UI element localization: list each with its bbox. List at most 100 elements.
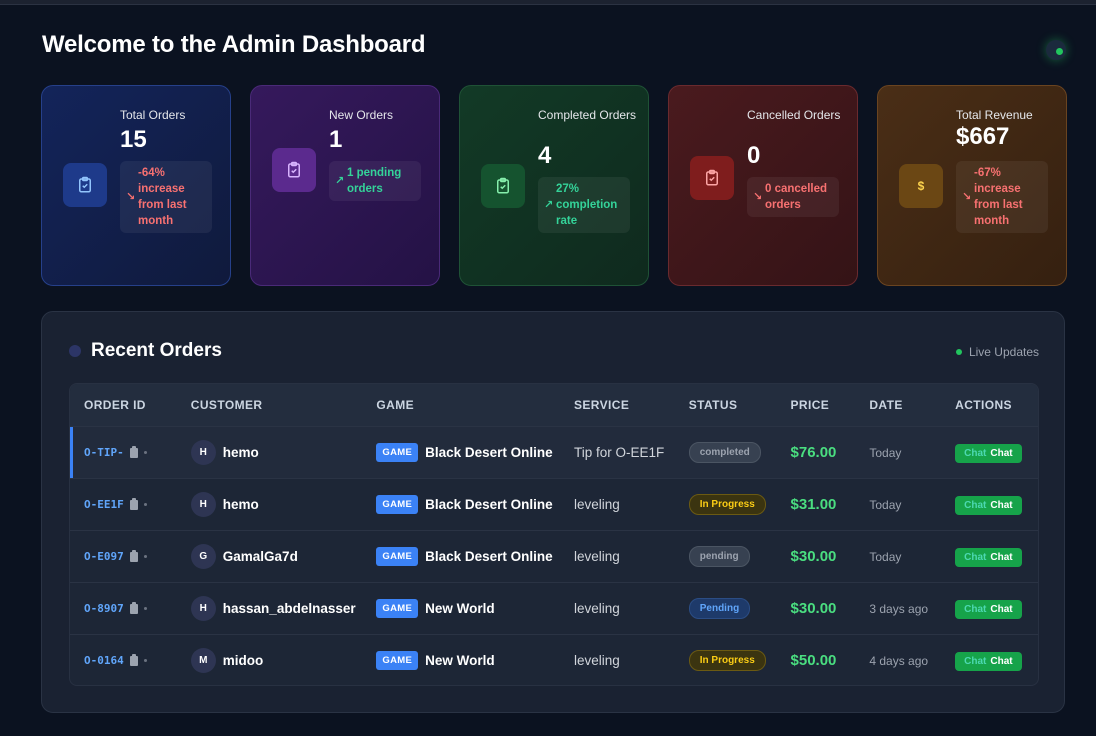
col-customer: CUSTOMER bbox=[190, 398, 263, 412]
status-badge: pending bbox=[688, 546, 750, 567]
game-name: Black Desert Online bbox=[425, 445, 553, 460]
copy-icon[interactable] bbox=[129, 601, 138, 614]
game-badge: GAME bbox=[376, 547, 419, 566]
dot-icon bbox=[143, 451, 147, 454]
dot-icon bbox=[143, 503, 147, 506]
avatar: M bbox=[190, 648, 216, 673]
top-border bbox=[0, 0, 1096, 5]
order-id-link[interactable]: O-EE1F bbox=[84, 498, 124, 511]
dollar-icon: $ bbox=[899, 164, 943, 208]
trend-down-icon: ↘ bbox=[126, 191, 136, 203]
card-completed-orders: Completed Orders 4 ↗ 27% completion rate bbox=[459, 85, 649, 286]
card-label: Total Orders bbox=[120, 108, 186, 122]
table-header: ORDER ID CUSTOMER GAME SERVICE STATUS PR… bbox=[70, 384, 1038, 426]
copy-icon[interactable] bbox=[129, 497, 138, 510]
order-id-link[interactable]: O-E097 bbox=[84, 550, 124, 563]
card-total-revenue: $ Total Revenue $667 ↘ -67% increase from… bbox=[877, 85, 1067, 286]
card-total-orders: Total Orders 15 ↘ -64% increase from last… bbox=[41, 85, 231, 286]
customer-name: midoo bbox=[222, 653, 264, 668]
card-note-text: -67% increase from last month bbox=[974, 167, 1023, 227]
col-status: STATUS bbox=[688, 398, 738, 412]
online-dot-icon bbox=[1056, 48, 1063, 55]
avatar: G bbox=[190, 544, 216, 569]
clipboard-x-icon bbox=[690, 156, 734, 200]
status-badge: In Progress bbox=[688, 494, 766, 515]
game-name: Black Desert Online bbox=[425, 549, 553, 564]
chat-button[interactable]: Chat Chat bbox=[955, 495, 1022, 515]
table-row[interactable]: O-TIP- Hhemo GAME Black Desert Online Tip… bbox=[70, 426, 1038, 478]
copy-icon[interactable] bbox=[129, 445, 138, 458]
card-value: $667 bbox=[956, 123, 1010, 150]
chat-button[interactable]: Chat Chat bbox=[955, 599, 1022, 619]
card-cancelled-orders: Cancelled Orders 0 ↘ 0 cancelled orders bbox=[668, 85, 858, 286]
card-value: 15 bbox=[120, 126, 147, 153]
card-label: New Orders bbox=[329, 108, 394, 122]
chat-button-ghost-label: Chat bbox=[964, 499, 987, 511]
avatar: H bbox=[190, 596, 216, 621]
order-id-link[interactable]: O-TIP- bbox=[84, 446, 124, 459]
game-badge: GAME bbox=[376, 599, 419, 618]
date: Today bbox=[869, 549, 902, 564]
card-note: ↗ 1 pending orders bbox=[329, 161, 421, 201]
chat-button-ghost-label: Chat bbox=[964, 447, 987, 459]
chat-button[interactable]: Chat Chat bbox=[955, 443, 1022, 463]
col-order-id: ORDER ID bbox=[84, 398, 146, 412]
chat-button[interactable]: Chat Chat bbox=[955, 547, 1022, 567]
price: $30.00 bbox=[790, 548, 837, 565]
card-note-text: 27% completion rate bbox=[556, 183, 618, 227]
col-date: DATE bbox=[869, 398, 903, 412]
col-game: GAME bbox=[376, 398, 414, 412]
service: leveling bbox=[573, 601, 620, 616]
clipboard-check-icon bbox=[272, 148, 316, 192]
chat-button[interactable]: Chat Chat bbox=[955, 651, 1022, 671]
customer-name: hemo bbox=[222, 445, 259, 460]
card-note: ↘ -64% increase from last month bbox=[120, 161, 212, 233]
stat-cards: Total Orders 15 ↘ -64% increase from last… bbox=[41, 85, 1067, 286]
dot-icon bbox=[143, 607, 147, 610]
live-updates-indicator: Live Updates bbox=[955, 345, 1039, 359]
live-dot-icon bbox=[955, 349, 962, 355]
dot-icon bbox=[143, 555, 147, 558]
recent-orders-panel: Recent Orders Live Updates ORDER ID CUST… bbox=[41, 311, 1065, 713]
col-price: PRICE bbox=[790, 398, 830, 412]
card-value: 1 bbox=[329, 126, 343, 153]
status-badge: completed bbox=[688, 442, 761, 463]
card-value: 0 bbox=[747, 142, 761, 169]
table-row[interactable]: O-0164 Mmidoo GAME New World leveling In … bbox=[70, 634, 1038, 685]
page-title: Welcome to the Admin Dashboard bbox=[42, 31, 426, 58]
game-badge: GAME bbox=[376, 495, 419, 514]
price: $76.00 bbox=[790, 444, 837, 461]
avatar: H bbox=[190, 492, 216, 517]
status-badge: Pending bbox=[688, 598, 751, 619]
chat-button-label: Chat bbox=[990, 655, 1013, 667]
table-row[interactable]: O-8907 Hhassan_abdelnasser GAME New World… bbox=[70, 582, 1038, 634]
chat-button-ghost-label: Chat bbox=[964, 603, 987, 615]
price: $50.00 bbox=[790, 652, 837, 669]
copy-icon[interactable] bbox=[129, 549, 138, 562]
game-name: Black Desert Online bbox=[425, 497, 553, 512]
chat-button-label: Chat bbox=[990, 499, 1013, 511]
customer-name: hassan_abdelnasser bbox=[222, 601, 356, 616]
section-title: Recent Orders bbox=[91, 340, 222, 361]
order-id-link[interactable]: O-0164 bbox=[84, 654, 124, 667]
trend-down-icon: ↘ bbox=[753, 191, 763, 203]
date: 3 days ago bbox=[869, 601, 929, 616]
card-note: ↘ -67% increase from last month bbox=[956, 161, 1048, 233]
dot-icon bbox=[143, 659, 147, 662]
trend-up-icon: ↗ bbox=[335, 175, 345, 187]
card-note-text: -64% increase from last month bbox=[138, 167, 187, 227]
orders-table: ORDER ID CUSTOMER GAME SERVICE STATUS PR… bbox=[69, 383, 1039, 686]
game-badge: GAME bbox=[376, 651, 419, 670]
table-row[interactable]: O-EE1F Hhemo GAME Black Desert Online lev… bbox=[70, 478, 1038, 530]
copy-icon[interactable] bbox=[129, 653, 138, 666]
service: leveling bbox=[573, 653, 620, 668]
game-name: New World bbox=[425, 601, 495, 616]
chat-button-label: Chat bbox=[990, 603, 1013, 615]
chat-button-label: Chat bbox=[990, 447, 1013, 459]
connection-status-indicator bbox=[1046, 40, 1066, 60]
order-id-link[interactable]: O-8907 bbox=[84, 602, 124, 615]
trend-up-icon: ↗ bbox=[544, 199, 554, 211]
date: Today bbox=[869, 497, 902, 512]
table-row[interactable]: O-E097 G GamalGa7d GAME Black Desert Onlin… bbox=[70, 530, 1038, 582]
avatar: H bbox=[190, 440, 216, 465]
